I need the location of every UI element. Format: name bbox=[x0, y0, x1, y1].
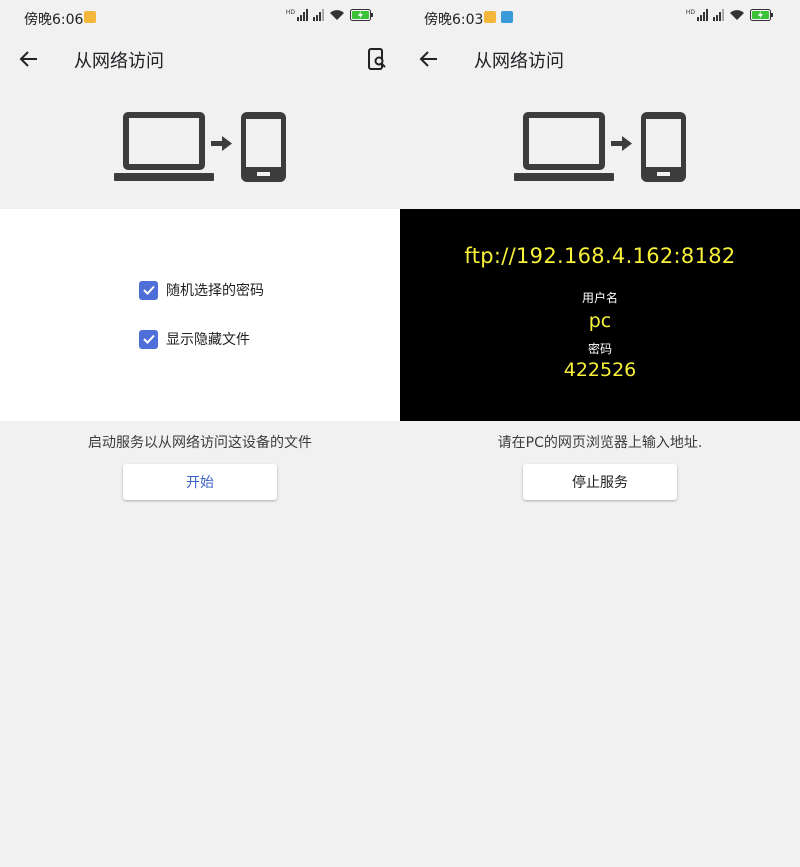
stop-service-button[interactable]: 停止服务 bbox=[523, 464, 677, 500]
notification-app-icon bbox=[501, 11, 513, 23]
signal-icon bbox=[713, 9, 724, 21]
status-icons: HD bbox=[686, 9, 774, 21]
signal-icon: HD bbox=[686, 9, 708, 21]
phone-icon bbox=[641, 112, 686, 182]
phone-icon bbox=[241, 112, 286, 182]
search-device-button[interactable] bbox=[362, 44, 392, 74]
notification-app-icon bbox=[84, 11, 96, 23]
checkbox-checked-icon[interactable] bbox=[139, 329, 158, 349]
wifi-icon bbox=[329, 9, 345, 21]
notification-icons bbox=[484, 11, 513, 23]
arrow-right-icon bbox=[611, 136, 632, 151]
option-label: 显示隐藏文件 bbox=[166, 332, 250, 348]
back-button[interactable] bbox=[14, 44, 44, 74]
option-label: 随机选择的密码 bbox=[166, 283, 264, 299]
show-hidden-files-option[interactable]: 显示隐藏文件 bbox=[139, 329, 250, 349]
page-title: 从网络访问 bbox=[474, 51, 564, 72]
start-button[interactable]: 开始 bbox=[123, 464, 277, 500]
signal-icon: HD bbox=[286, 9, 308, 21]
checkbox-checked-icon[interactable] bbox=[139, 280, 158, 300]
status-icons: HD bbox=[286, 9, 374, 21]
right-screen: 傍晚6:03 HD 从网络访问 ftp://192.168.4.162:8182… bbox=[400, 0, 800, 867]
back-arrow-icon bbox=[19, 51, 37, 67]
battery-icon bbox=[350, 9, 374, 21]
device-illustration bbox=[0, 100, 400, 192]
options-panel: 随机选择的密码 显示隐藏文件 bbox=[0, 209, 400, 421]
username-label: 用户名 bbox=[581, 291, 618, 305]
password-value: 422526 bbox=[563, 359, 637, 381]
status-bar: 傍晚6:06 HD bbox=[0, 0, 400, 36]
search-device-icon bbox=[368, 48, 386, 70]
battery-icon bbox=[750, 9, 774, 21]
random-password-option[interactable]: 随机选择的密码 bbox=[139, 280, 264, 300]
back-arrow-icon bbox=[419, 51, 437, 67]
status-time: 傍晚6:06 bbox=[24, 12, 84, 28]
ftp-address: ftp://192.168.4.162:8182 bbox=[464, 244, 736, 268]
status-bar: 傍晚6:03 HD bbox=[400, 0, 800, 36]
server-info-panel: ftp://192.168.4.162:8182 用户名 pc 密码 42252… bbox=[400, 209, 800, 421]
arrow-right-icon bbox=[211, 136, 232, 151]
password-label: 密码 bbox=[587, 342, 612, 356]
laptop-icon bbox=[514, 112, 614, 181]
left-screen: 傍晚6:06 HD 从网络访问 随机选择的密码 显示隐藏文件 启动服务以从网络访… bbox=[0, 0, 400, 867]
app-bar: 从网络访问 bbox=[400, 36, 800, 82]
back-button[interactable] bbox=[414, 44, 444, 74]
address-instruction: 请在PC的网页浏览器上输入地址. bbox=[497, 435, 703, 451]
wifi-icon bbox=[729, 9, 745, 21]
username-value: pc bbox=[588, 310, 612, 332]
signal-icon bbox=[313, 9, 324, 21]
device-illustration bbox=[400, 100, 800, 192]
service-caption: 启动服务以从网络访问这设备的文件 bbox=[88, 435, 312, 451]
notification-app-icon bbox=[484, 11, 496, 23]
status-time: 傍晚6:03 bbox=[424, 12, 484, 28]
laptop-icon bbox=[114, 112, 214, 181]
screens-container: 傍晚6:06 HD 从网络访问 随机选择的密码 显示隐藏文件 启动服务以从网络访… bbox=[0, 0, 800, 867]
page-title: 从网络访问 bbox=[74, 51, 164, 72]
app-bar: 从网络访问 bbox=[0, 36, 400, 82]
notification-icons bbox=[84, 11, 96, 23]
